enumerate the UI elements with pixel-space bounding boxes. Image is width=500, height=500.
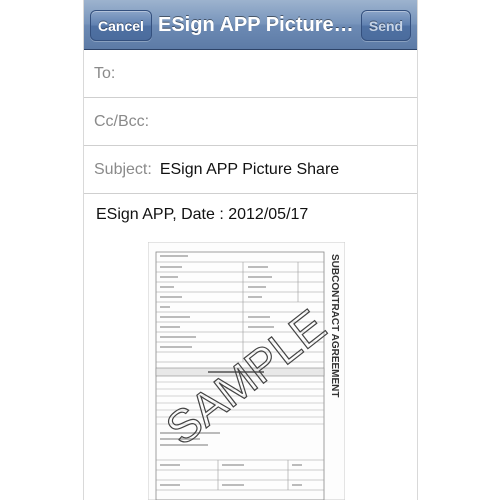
send-button[interactable]: Send (361, 10, 411, 41)
document-title: SUBCONTRACT AGREEMENT (329, 254, 340, 398)
cc-bcc-field[interactable]: Cc/Bcc: (84, 98, 417, 146)
subject-label: Subject: (94, 160, 152, 178)
compose-screen: Cancel ESign APP Picture Share Send To: … (83, 0, 418, 500)
cancel-button[interactable]: Cancel (90, 10, 152, 41)
attachment-image: SUBCONTRACT AGREEMENT SAMPLE (148, 242, 345, 500)
subject-field[interactable]: Subject: ESign APP Picture Share (84, 146, 417, 194)
to-label: To: (94, 64, 116, 82)
to-field[interactable]: To: (84, 50, 417, 98)
subject-input[interactable]: ESign APP Picture Share (160, 161, 339, 179)
nav-title: ESign APP Picture Share (158, 14, 354, 36)
navigation-bar: Cancel ESign APP Picture Share Send (84, 0, 417, 50)
message-body[interactable]: ESign APP, Date : 2012/05/17 (96, 206, 308, 224)
document-preview: SUBCONTRACT AGREEMENT SAMPLE (148, 242, 345, 500)
cc-bcc-label: Cc/Bcc: (94, 112, 150, 130)
